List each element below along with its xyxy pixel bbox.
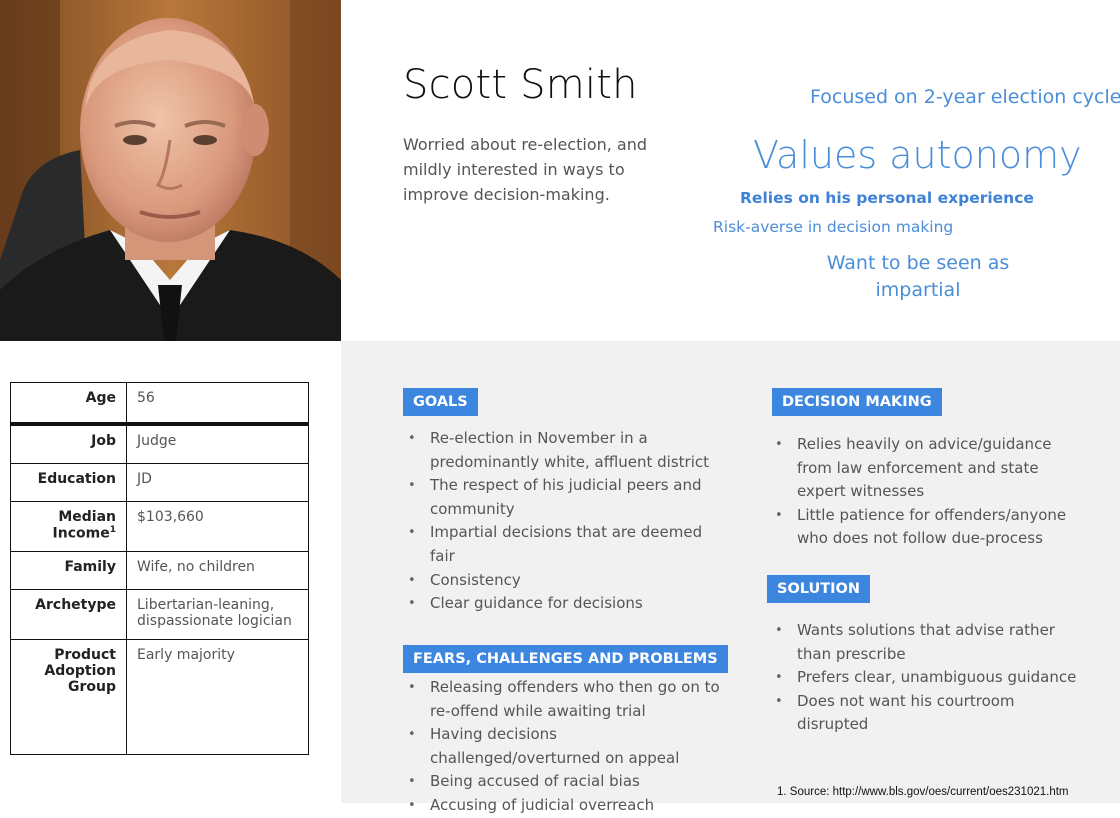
trait-personal-experience: Relies on his personal experience xyxy=(740,189,1034,207)
trait-impartial: Want to be seen as impartial xyxy=(826,252,1010,301)
fact-label: Age xyxy=(10,382,127,426)
list-item: Clear guidance for decisions xyxy=(403,592,713,616)
goals-list: Re-election in November in a predominant… xyxy=(403,427,713,616)
table-row: Median Income1 $103,660 xyxy=(10,501,309,552)
fact-label-text: Median Income xyxy=(52,509,116,542)
fact-label: Product Adoption Group xyxy=(10,639,127,755)
trait-election-cycle: Focused on 2-year election cycle xyxy=(810,86,1120,108)
list-item: Little patience for offenders/anyone who… xyxy=(770,504,1090,551)
goals-heading: GOALS xyxy=(403,388,478,416)
table-row: Job Judge xyxy=(10,423,309,464)
trait-risk-averse: Risk-averse in decision making xyxy=(713,218,954,236)
persona-summary: Worried about re-election, and mildly in… xyxy=(403,135,648,204)
list-item: Impartial decisions that are deemed fair xyxy=(403,521,713,568)
fact-label: Job xyxy=(10,423,127,464)
trait-values-autonomy: Values autonomy xyxy=(753,133,1082,177)
list-item: Being accused of racial bias xyxy=(403,770,723,794)
list-item: The respect of his judicial peers and co… xyxy=(403,474,713,521)
fact-value: $103,660 xyxy=(126,501,309,552)
persona-photo xyxy=(0,0,341,341)
fact-label: Family xyxy=(10,551,127,590)
table-row: Education JD xyxy=(10,463,309,502)
decision-making-heading: DECISION MAKING xyxy=(772,388,942,416)
fears-list: Releasing offenders who then go on to re… xyxy=(403,676,723,818)
list-item: Prefers clear, unambiguous guidance xyxy=(770,666,1080,690)
table-row: Archetype Libertarian-leaning, dispassio… xyxy=(10,589,309,640)
list-item: Consistency xyxy=(403,569,713,593)
footnote-marker: 1 xyxy=(109,525,116,535)
source-footnote: 1. Source: http://www.bls.gov/oes/curren… xyxy=(777,786,1069,798)
fact-label: Median Income1 xyxy=(10,501,127,552)
fact-label: Education xyxy=(10,463,127,502)
solution-heading: SOLUTION xyxy=(767,575,871,603)
table-row: Age 56 xyxy=(10,382,309,426)
fears-heading: FEARS, CHALLENGES AND PROBLEMS xyxy=(403,645,728,673)
portrait-image xyxy=(0,0,341,341)
demographics-table: Age 56 Job Judge Education JD Median Inc… xyxy=(10,382,309,755)
table-row: Family Wife, no children xyxy=(10,551,309,590)
fact-value: JD xyxy=(126,463,309,502)
list-item: Re-election in November in a predominant… xyxy=(403,427,713,474)
list-item: Relies heavily on advice/guidance from l… xyxy=(770,433,1090,504)
list-item: Accusing of judicial overreach xyxy=(403,794,723,818)
fact-label: Archetype xyxy=(10,589,127,640)
fact-value: Libertarian-leaning, dispassionate logic… xyxy=(126,589,309,640)
list-item: Does not want his courtroom disrupted xyxy=(770,690,1080,737)
fact-value: 56 xyxy=(126,382,309,426)
fact-value: Wife, no children xyxy=(126,551,309,590)
fact-value: Early majority xyxy=(126,639,309,755)
list-item: Releasing offenders who then go on to re… xyxy=(403,676,723,723)
list-item: Having decisions challenged/overturned o… xyxy=(403,723,723,770)
persona-name: Scott Smith xyxy=(403,62,638,108)
decision-making-list: Relies heavily on advice/guidance from l… xyxy=(770,433,1090,551)
fact-value: Judge xyxy=(126,423,309,464)
table-row: Product Adoption Group Early majority xyxy=(10,639,309,755)
solution-list: Wants solutions that advise rather than … xyxy=(770,619,1080,737)
list-item: Wants solutions that advise rather than … xyxy=(770,619,1080,666)
